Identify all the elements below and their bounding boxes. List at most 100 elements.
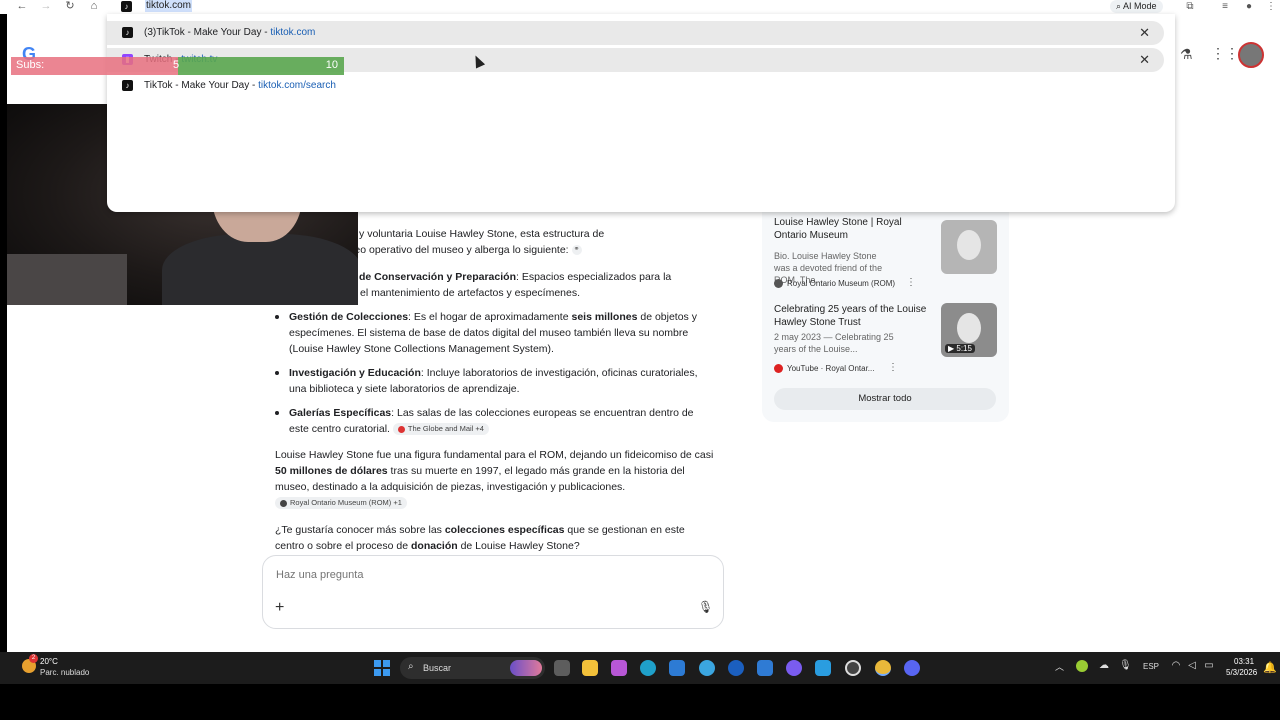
suggestion-item[interactable]: ♪ (3)TikTok - Make Your Day - tiktok.com… [107, 21, 1164, 45]
forward-icon[interactable]: → [38, 0, 54, 13]
notification-bell-icon[interactable]: 🔔 [1263, 661, 1277, 674]
ai-mode-label: AI Mode [1123, 1, 1157, 11]
clock-date[interactable]: 5/3/2026 [1226, 668, 1257, 677]
cloud-icon[interactable]: ☁ [1098, 660, 1110, 672]
source-card-site: YouTube · Royal Ontar... [774, 364, 875, 374]
source-chip-label: The Globe and Mail +4 [407, 424, 484, 434]
show-all-button[interactable]: Mostrar todo [774, 388, 996, 410]
account-avatar[interactable] [1238, 42, 1264, 68]
omnibox-suggestions: ♪ (3)TikTok - Make Your Day - tiktok.com… [107, 14, 1175, 212]
source-chip[interactable]: Royal Ontario Museum (ROM) +1 [275, 497, 407, 510]
answer-emphasis: colecciones específicas [444, 524, 565, 536]
answer-paragraph-2: Louise Hawley Stone fue una figura funda… [275, 447, 715, 511]
list-item-text: Gestión de Colecciones: Es el hogar de a… [289, 309, 715, 357]
list-item-body: : Espacios especializados para la [515, 271, 672, 283]
source-card-site-name: YouTube · Royal Ontar... [787, 364, 875, 373]
battery-icon[interactable]: ▭ [1203, 660, 1215, 672]
tray-app-icon[interactable] [1076, 660, 1088, 672]
answer-emphasis: 50 millones de dólares [275, 465, 388, 477]
edge-icon[interactable] [640, 660, 656, 676]
labs-flask-icon[interactable]: ⚗ [1180, 46, 1193, 63]
back-icon[interactable]: ← [14, 0, 30, 13]
rom-icon [774, 279, 783, 289]
task-view-icon[interactable] [554, 660, 570, 676]
remove-suggestion-icon[interactable]: ✕ [1139, 52, 1150, 68]
reading-list-icon[interactable]: ≡ [1218, 0, 1232, 13]
link-icon[interactable]: ⚭ [571, 245, 582, 256]
source-chip[interactable]: The Globe and Mail +4 [392, 423, 489, 436]
chevron-up-icon[interactable]: ︿ [1055, 660, 1064, 673]
file-explorer-icon[interactable] [582, 660, 598, 676]
wifi-icon[interactable]: ◠ [1170, 660, 1182, 672]
search-icon: ⌕ [408, 661, 414, 672]
source-chip-label: Royal Ontario Museum (ROM) +1 [290, 498, 402, 508]
bullet-icon [275, 371, 279, 375]
list-item-text: Galerías Específicas: Las salas de las c… [289, 405, 715, 437]
list-item-text: Investigación y Educación: Incluye labor… [289, 365, 715, 397]
more-options-icon[interactable]: ⋮ [888, 362, 898, 373]
suggestion-text: (3)TikTok - Make Your Day - tiktok.com [144, 27, 315, 38]
omnibox-tiktok-icon: ♪ [121, 1, 132, 12]
subs-goal-bar: Subs: 5 10 [11, 57, 344, 75]
video-thumbnail[interactable]: ▶ 5:15 [941, 303, 997, 357]
weather-temp[interactable]: 20°C [40, 657, 58, 666]
weather-desc[interactable]: Parc. nublado [40, 668, 89, 677]
ai-mode-button[interactable]: ⌕ AI Mode [1110, 0, 1163, 13]
ask-input[interactable] [276, 569, 656, 581]
rom-icon [280, 499, 287, 507]
portrait-image [957, 230, 981, 260]
youtube-icon [774, 364, 783, 374]
source-card-thumbnail[interactable] [941, 220, 997, 274]
suggestion-title: TikTok - Make Your Day - [144, 80, 259, 91]
video-duration: ▶ 5:15 [945, 344, 975, 353]
suggestion-url: tiktok.com [270, 27, 316, 38]
app-circle-icon[interactable] [786, 660, 802, 676]
menu-icon[interactable]: ⋮ [1264, 0, 1278, 13]
more-options-icon[interactable]: ⋮ [906, 277, 916, 288]
help-icon[interactable] [699, 660, 715, 676]
obs-icon[interactable] [845, 660, 861, 676]
copilot-icon[interactable] [611, 660, 627, 676]
sources-panel: Louise Hawley Stone | Royal Ontario Muse… [762, 212, 1009, 422]
photos-icon[interactable] [815, 660, 831, 676]
browser-toolbar: ← → ↻ ⌂ ♪ tiktok.com ⌕ AI Mode ⧉ ≡ ● ⋮ [0, 0, 1280, 14]
reload-icon[interactable]: ↻ [62, 0, 78, 13]
taskbar-search[interactable]: ⌕ Buscar [400, 657, 545, 679]
taskbar-search-label: Buscar [423, 663, 452, 673]
search-highlight-icon [510, 660, 542, 676]
subs-label: Subs: [16, 59, 45, 71]
hp-icon[interactable] [728, 660, 744, 676]
list-item-heading: de Conservación y Preparación [359, 271, 516, 283]
suggestion-item[interactable]: ♪ TikTok - Make Your Day - tiktok.com/se… [107, 74, 1164, 98]
remove-suggestion-icon[interactable]: ✕ [1139, 25, 1150, 41]
video-duration-text: 5:15 [956, 344, 972, 353]
subs-remaining-fill [178, 57, 344, 75]
mic-tray-icon[interactable]: 🎙 [1119, 660, 1132, 672]
list-item-text: el mantenimiento de artefactos y especím… [360, 287, 581, 299]
source-card-title[interactable]: Celebrating 25 years of the Louise Hawle… [774, 303, 934, 329]
discord-icon[interactable] [904, 660, 920, 676]
source-card-snippet: 2 may 2023 — Celebrating 25 years of the… [774, 332, 894, 354]
tiktok-icon: ♪ [122, 80, 133, 91]
globe-and-mail-icon [397, 425, 405, 433]
answer-text: de Louise Hawley Stone? [457, 540, 580, 552]
profile-icon[interactable]: ● [1242, 0, 1256, 13]
clock-time[interactable]: 03:31 [1234, 657, 1254, 666]
microphone-icon[interactable]: 🎙 [698, 600, 713, 614]
answer-text: Louise Hawley Stone fue una figura funda… [275, 449, 714, 461]
webcam-background [7, 254, 127, 305]
plus-icon[interactable]: + [275, 599, 284, 617]
volume-icon[interactable]: ◁ [1186, 660, 1198, 672]
suggestion-url: tiktok.com/search [258, 80, 336, 91]
ask-box: + 🎙 [262, 555, 724, 629]
tiktok-icon: ♪ [122, 27, 133, 38]
source-card-title[interactable]: Louise Hawley Stone | Royal Ontario Muse… [774, 216, 934, 242]
chrome-icon[interactable] [875, 660, 891, 676]
omnibox-input[interactable]: tiktok.com [145, 0, 193, 12]
extensions-icon[interactable]: ⧉ [1183, 0, 1197, 13]
home-icon[interactable]: ⌂ [86, 0, 102, 13]
mail-icon[interactable] [757, 660, 773, 676]
store-icon[interactable] [669, 660, 685, 676]
language-indicator[interactable]: ESP [1143, 662, 1159, 671]
windows-start-icon[interactable] [374, 660, 390, 676]
